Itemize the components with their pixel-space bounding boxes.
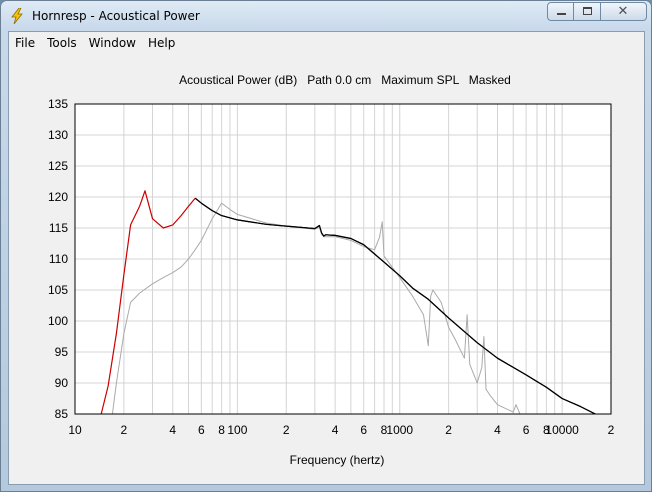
acoustical-power-chart: Acoustical Power (dB) Path 0.0 cm Maximu… (48, 73, 615, 467)
x-tick-label: 6 (198, 423, 205, 437)
close-button[interactable]: ✕ (601, 2, 647, 21)
minimize-icon (557, 13, 566, 15)
y-tick-label: 85 (55, 407, 69, 421)
y-tick-label: 135 (48, 97, 68, 111)
menu-tools[interactable]: Tools (41, 32, 83, 54)
close-icon: ✕ (617, 4, 629, 19)
window-controls: ✕ (547, 2, 647, 21)
x-tick-label: 6 (523, 423, 530, 437)
lightning-bolt-icon (11, 8, 23, 24)
x-tick-label: 8 (218, 423, 225, 437)
menu-bar: File Tools Window Help (9, 32, 644, 55)
x-tick-label: 2 (608, 423, 615, 437)
x-tick-label: 1000 (386, 423, 413, 437)
y-tick-label: 90 (55, 376, 69, 390)
x-tick-label: 4 (332, 423, 339, 437)
x-tick-label: 10000 (545, 423, 579, 437)
x-tick-label: 6 (360, 423, 367, 437)
x-tick-label: 4 (494, 423, 501, 437)
x-tick-label: 2 (121, 423, 128, 437)
x-axis-label: Frequency (hertz) (290, 453, 385, 467)
chart-title: Acoustical Power (dB) Path 0.0 cm Maximu… (179, 73, 511, 87)
x-tick-label: 10 (68, 423, 82, 437)
app-window: Hornresp - Acoustical Power ✕ File Tools… (0, 0, 652, 492)
y-tick-label: 110 (49, 252, 68, 266)
y-tick-label: 130 (48, 128, 68, 142)
x-tick-label: 4 (169, 423, 176, 437)
x-tick-label: 2 (445, 423, 452, 437)
chart-area: Acoustical Power (dB) Path 0.0 cm Maximu… (9, 54, 644, 484)
y-tick-label: 115 (49, 221, 68, 235)
y-tick-label: 105 (48, 283, 68, 297)
x-tick-label: 100 (227, 423, 247, 437)
window-title: Hornresp - Acoustical Power (32, 9, 200, 23)
y-tick-label: 125 (48, 159, 68, 173)
y-tick-label: 120 (48, 190, 68, 204)
title-bar[interactable]: Hornresp - Acoustical Power ✕ (1, 1, 651, 31)
maximize-icon (583, 7, 592, 15)
menu-file[interactable]: File (9, 32, 41, 54)
menu-window[interactable]: Window (83, 32, 142, 54)
y-tick-label: 100 (48, 314, 68, 328)
y-tick-label: 95 (55, 345, 69, 359)
client-area: File Tools Window Help Acoustical Power … (8, 31, 645, 485)
maximize-button[interactable] (574, 2, 601, 21)
x-tick-label: 2 (283, 423, 290, 437)
minimize-button[interactable] (547, 2, 574, 21)
menu-help[interactable]: Help (142, 32, 181, 54)
